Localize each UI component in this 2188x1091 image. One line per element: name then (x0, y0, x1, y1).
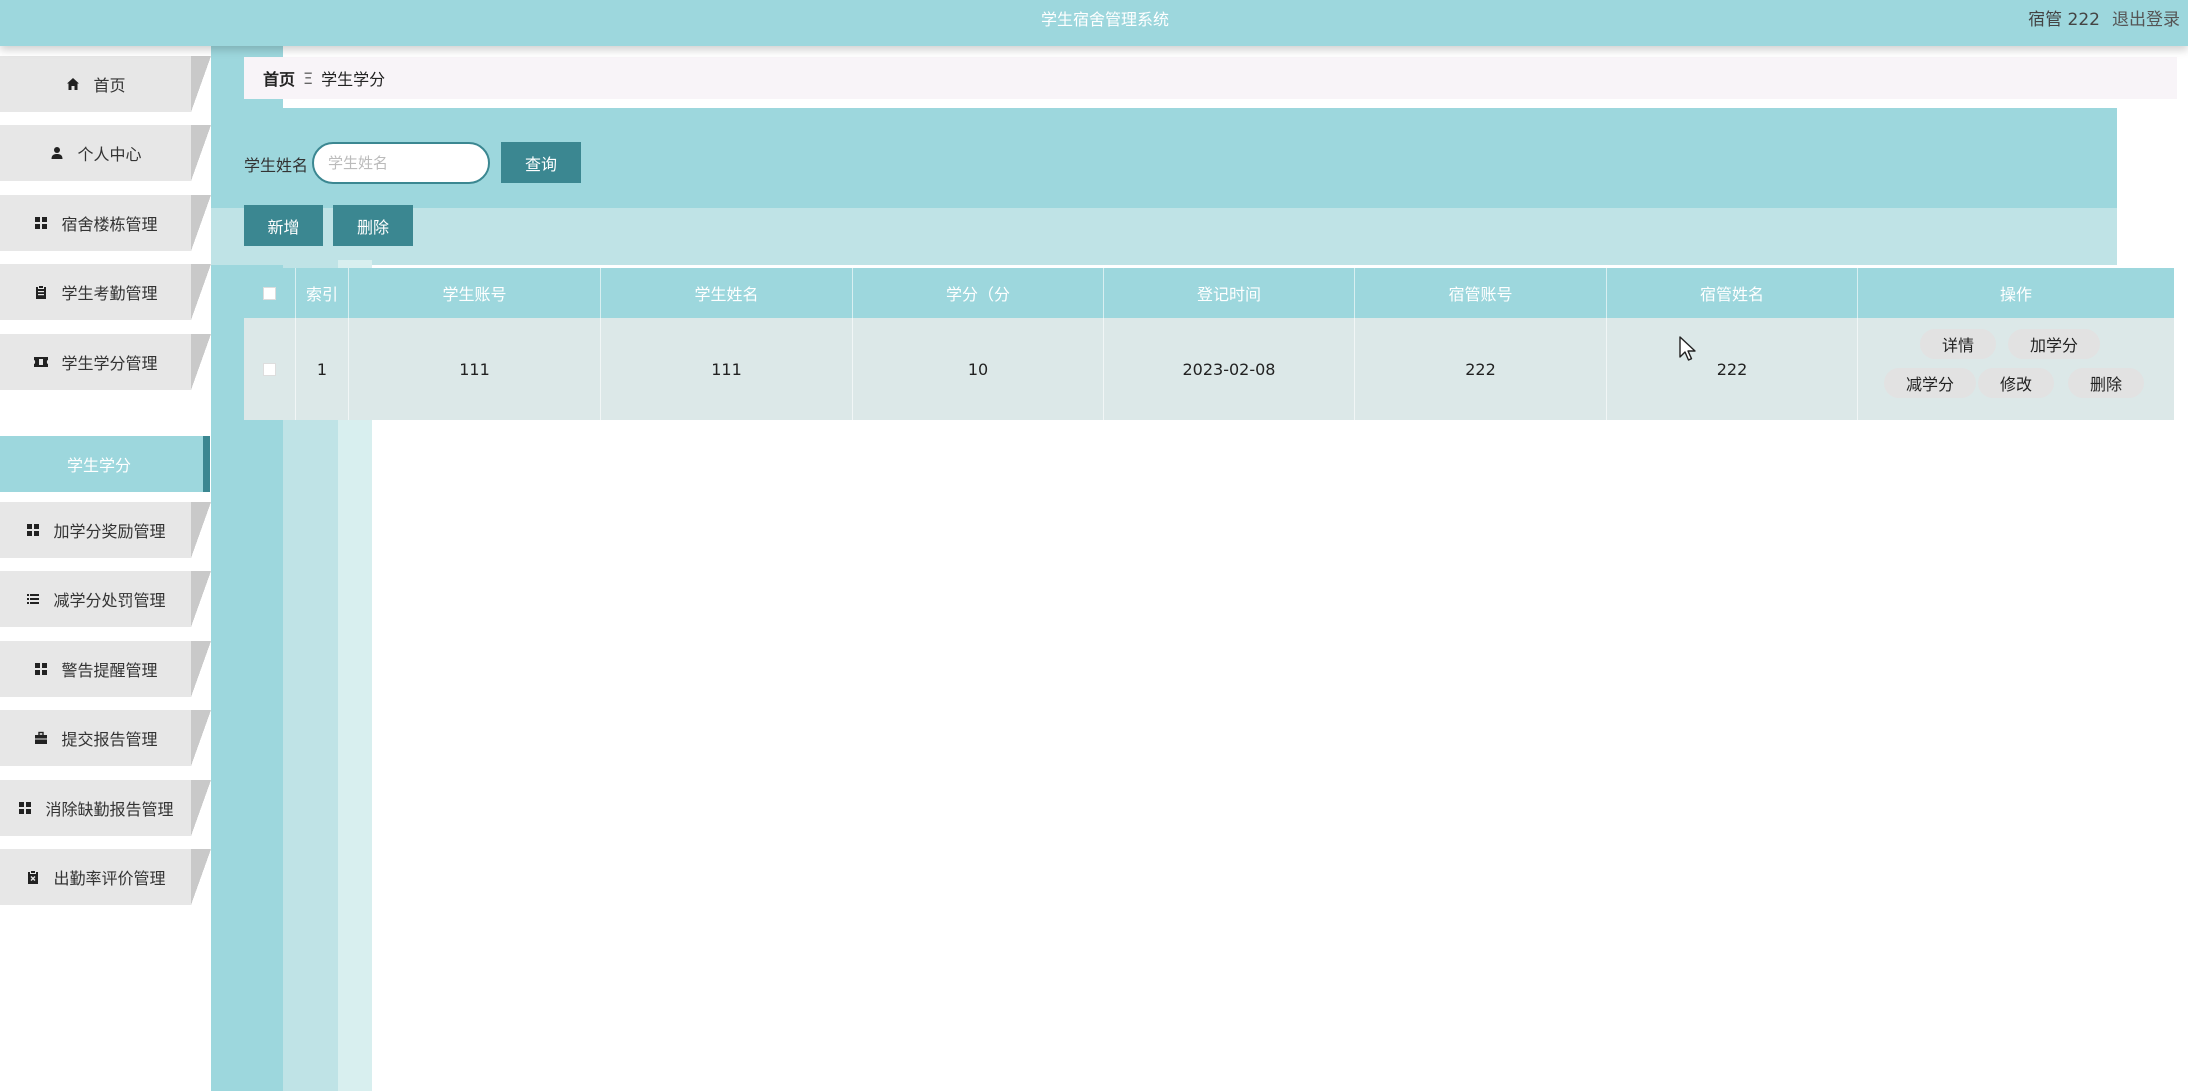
table-row: 1 111 111 10 2023-02-08 222 222 详情 加学分 减… (244, 318, 2174, 420)
sidebar-item-label: 首页 (93, 76, 126, 95)
header-index: 索引 (296, 268, 349, 318)
sidebar-item-credits[interactable]: 学生学分管理 (0, 334, 211, 390)
header-manager-account: 宿管账号 (1355, 268, 1607, 318)
home-icon (65, 76, 81, 92)
row-select-cell (244, 318, 296, 420)
batch-delete-button[interactable]: 删除 (333, 205, 413, 246)
header-manager-name: 宿管姓名 (1607, 268, 1858, 318)
breadcrumb-current: 学生学分 (321, 70, 386, 89)
query-button[interactable]: 查询 (501, 142, 581, 183)
clipboard-icon (33, 284, 49, 300)
search-panel (211, 108, 2117, 208)
clipboard-x-icon (25, 869, 41, 885)
row-checkbox[interactable] (263, 362, 276, 376)
delete-row-button[interactable]: 删除 (2068, 368, 2145, 398)
cell-student-account: 111 (349, 318, 601, 420)
sidebar-item-label: 警告提醒管理 (61, 661, 158, 680)
current-user: 宿管 222 (2028, 10, 2100, 30)
list-icon (25, 591, 41, 607)
breadcrumb: 首页 Ξ 学生学分 (244, 57, 2177, 99)
sidebar-item-penalty[interactable]: 减学分处罚管理 (0, 571, 211, 627)
select-all-cell (244, 268, 296, 318)
sidebar-item-home[interactable]: 首页 (0, 56, 211, 112)
cell-operations: 详情 加学分 减学分 修改 删除 (1858, 318, 2174, 420)
select-all-checkbox[interactable] (263, 286, 276, 300)
sidebar-item-label: 学生考勤管理 (61, 284, 158, 303)
sidebar-item-label: 个人中心 (77, 145, 142, 164)
add-credit-button[interactable]: 加学分 (2008, 329, 2101, 359)
sidebar-item-label: 提交报告管理 (61, 730, 158, 749)
top-bar: 学生宿舍管理系统 宿管 222 退出登录 (0, 0, 2188, 46)
grid-icon (17, 800, 33, 816)
grid-icon (33, 661, 49, 677)
ticket-icon (33, 354, 49, 370)
header-student-account: 学生账号 (349, 268, 601, 318)
sidebar-item-buildings[interactable]: 宿舍楼栋管理 (0, 195, 211, 251)
sidebar-item-attendance-rating[interactable]: 出勤率评价管理 (0, 849, 211, 905)
grid-icon (25, 522, 41, 538)
table-header-row: 索引 学生账号 学生姓名 学分（分 登记时间 宿管账号 宿管姓名 操作 (244, 268, 2174, 318)
header-operations: 操作 (1999, 285, 2032, 304)
sidebar: 首页 个人中心 宿舍楼栋管理 学生考勤管理 学生学分管理 学生学分 加学分奖励管… (0, 46, 211, 1091)
sidebar-item-label: 出勤率评价管理 (53, 869, 166, 888)
cell-registered: 2023-02-08 (1104, 318, 1355, 420)
sidebar-subitem-student-credits[interactable]: 学生学分 (0, 436, 210, 492)
sidebar-item-label: 加学分奖励管理 (53, 522, 166, 541)
sidebar-item-bonus[interactable]: 加学分奖励管理 (0, 502, 211, 558)
sidebar-subitem-label: 学生学分 (67, 456, 132, 475)
mouse-cursor-icon (1679, 336, 1696, 361)
cell-index: 1 (296, 318, 349, 420)
sidebar-item-warnings[interactable]: 警告提醒管理 (0, 641, 211, 697)
action-panel (211, 208, 2117, 265)
briefcase-icon (33, 730, 49, 746)
sidebar-item-label: 消除缺勤报告管理 (45, 800, 174, 819)
detail-button[interactable]: 详情 (1920, 329, 1997, 359)
search-label: 学生姓名 (244, 156, 309, 175)
sidebar-item-absence-clear[interactable]: 消除缺勤报告管理 (0, 780, 211, 836)
breadcrumb-separator: Ξ (303, 68, 314, 88)
grid-icon (33, 215, 49, 231)
add-button[interactable]: 新增 (244, 205, 323, 246)
header-registered: 登记时间 (1104, 268, 1355, 318)
cell-credits: 10 (853, 318, 1104, 420)
sidebar-item-reports[interactable]: 提交报告管理 (0, 710, 211, 766)
cell-manager-name: 222 (1607, 318, 1858, 420)
header-student-name: 学生姓名 (601, 268, 853, 318)
header-credits: 学分（分 (853, 268, 1104, 318)
sidebar-item-label: 学生学分管理 (61, 354, 158, 373)
sidebar-item-profile[interactable]: 个人中心 (0, 125, 211, 181)
logout-link[interactable]: 退出登录 (2112, 5, 2180, 30)
breadcrumb-home[interactable]: 首页 (263, 66, 295, 90)
student-name-search-input[interactable] (312, 142, 490, 184)
subtract-credit-button[interactable]: 减学分 (1884, 368, 1977, 398)
sidebar-item-attendance[interactable]: 学生考勤管理 (0, 264, 211, 320)
sidebar-item-label: 减学分处罚管理 (53, 591, 166, 610)
cell-manager-account: 222 (1355, 318, 1607, 420)
app-title: 学生宿舍管理系统 (1040, 10, 1169, 29)
user-icon (49, 145, 65, 161)
cell-student-name: 111 (601, 318, 853, 420)
edit-button[interactable]: 修改 (1978, 368, 2055, 398)
sidebar-item-label: 宿舍楼栋管理 (61, 215, 158, 234)
